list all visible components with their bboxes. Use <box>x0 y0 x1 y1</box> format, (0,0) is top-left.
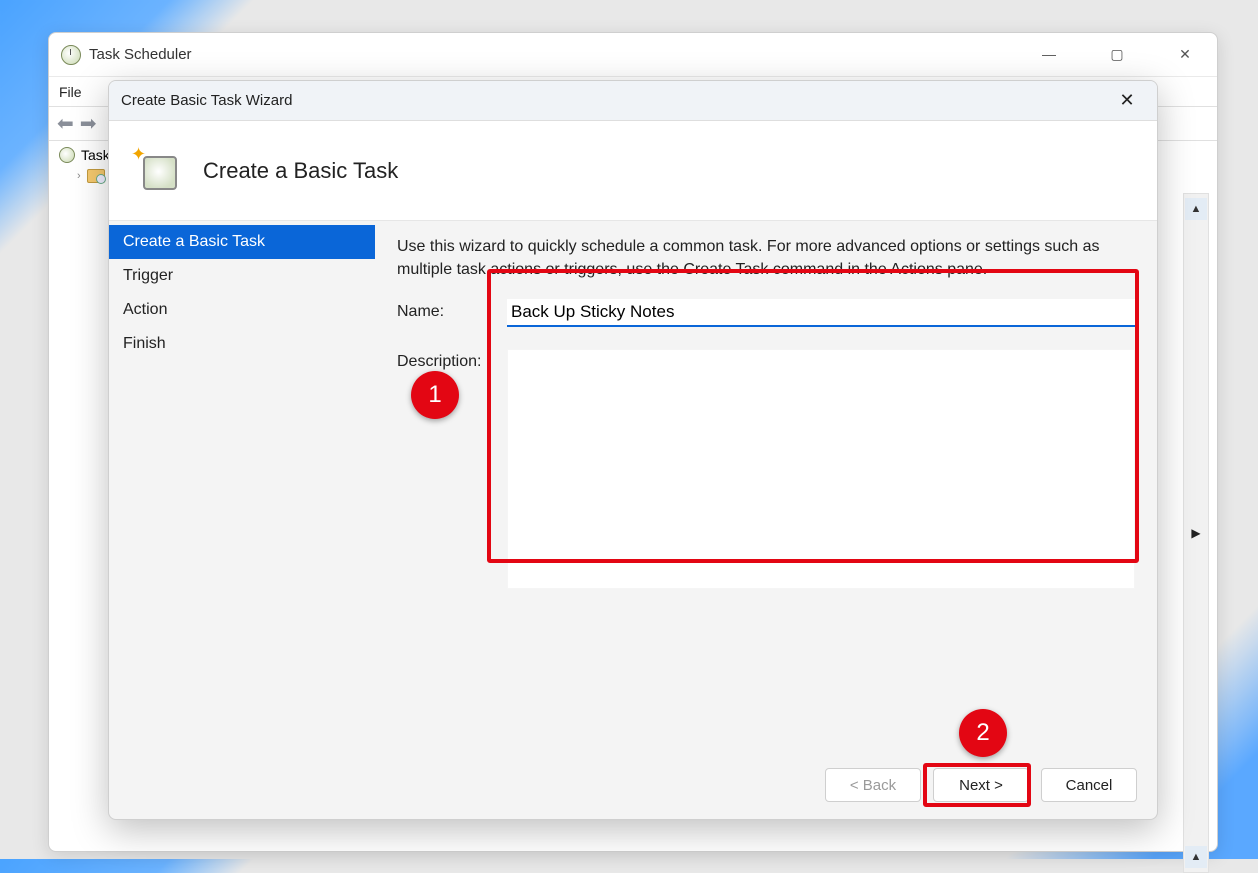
wizard-title: Create Basic Task Wizard <box>121 92 1109 109</box>
cancel-button[interactable]: Cancel <box>1041 768 1137 802</box>
wizard-content: Use this wizard to quickly schedule a co… <box>375 221 1157 751</box>
clock-icon <box>61 45 81 65</box>
folder-icon <box>87 169 105 183</box>
description-label: Description: <box>397 349 507 371</box>
scroll-up-icon[interactable]: ▲ <box>1185 198 1207 220</box>
maximize-button[interactable]: ▢ <box>1099 46 1135 63</box>
create-basic-task-wizard: Create Basic Task Wizard ✕ ✦ Create a Ba… <box>108 80 1158 820</box>
wizard-icon: ✦ <box>137 150 179 192</box>
scrollbar[interactable]: ▲ ▶ ▲ <box>1183 193 1209 873</box>
app-title: Task Scheduler <box>89 46 1031 63</box>
step-finish[interactable]: Finish <box>109 327 375 361</box>
name-input[interactable] <box>507 299 1135 327</box>
back-button[interactable]: < Back <box>825 768 921 802</box>
nav-forward-icon[interactable]: ➡ <box>80 111 97 136</box>
wizard-heading: Create a Basic Task <box>203 158 398 184</box>
wizard-header: ✦ Create a Basic Task <box>109 121 1157 221</box>
step-create-basic-task[interactable]: Create a Basic Task <box>109 225 375 259</box>
scroll-up-icon[interactable]: ▲ <box>1185 846 1207 868</box>
menu-file[interactable]: File <box>59 84 82 100</box>
wizard-footer: < Back Next > Cancel 2 <box>109 751 1157 819</box>
step-trigger[interactable]: Trigger <box>109 259 375 293</box>
next-button[interactable]: Next > <box>933 768 1029 802</box>
chevron-right-icon[interactable]: ▶ <box>1191 526 1200 540</box>
intro-text: Use this wizard to quickly schedule a co… <box>397 235 1135 281</box>
nav-back-icon[interactable]: ⬅ <box>57 111 74 136</box>
annotation-callout-1: 1 <box>411 371 459 419</box>
clock-icon <box>59 147 75 163</box>
description-input[interactable] <box>507 349 1135 589</box>
minimize-button[interactable]: — <box>1031 46 1067 63</box>
tree-root-label: Task <box>81 147 110 163</box>
annotation-callout-2: 2 <box>959 709 1007 757</box>
step-action[interactable]: Action <box>109 293 375 327</box>
name-label: Name: <box>397 299 507 321</box>
close-icon[interactable]: ✕ <box>1109 90 1145 111</box>
wizard-sidebar: Create a Basic Task Trigger Action Finis… <box>109 221 375 751</box>
wizard-titlebar: Create Basic Task Wizard ✕ <box>109 81 1157 121</box>
chevron-right-icon: › <box>77 170 81 182</box>
close-button[interactable]: ✕ <box>1167 46 1203 63</box>
clock-icon <box>143 156 177 190</box>
main-titlebar: Task Scheduler — ▢ ✕ <box>49 33 1217 77</box>
